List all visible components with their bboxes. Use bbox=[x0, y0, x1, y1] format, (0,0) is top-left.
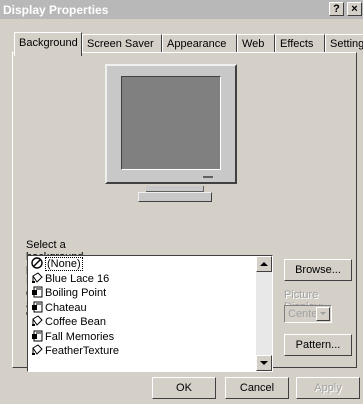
none-icon bbox=[31, 257, 43, 269]
scroll-down-button[interactable] bbox=[256, 355, 272, 371]
monitor-preview bbox=[105, 64, 237, 184]
wallpaper-item-boiling-point[interactable]: Boiling Point bbox=[29, 286, 255, 301]
pattern-button[interactable]: Pattern... bbox=[284, 334, 352, 356]
apply-button[interactable]: Apply bbox=[296, 377, 360, 399]
wallpaper-list[interactable]: (None) Blue Lace 16 Boiling Point Chatea… bbox=[27, 255, 273, 372]
tab-screen-saver[interactable]: Screen Saver bbox=[82, 34, 162, 54]
tab-strip: Background Screen Saver Appearance Web E… bbox=[14, 32, 363, 56]
cancel-button[interactable]: Cancel bbox=[225, 377, 289, 399]
close-button[interactable]: × bbox=[347, 2, 362, 16]
tab-settings[interactable]: Settings bbox=[325, 34, 363, 54]
html-document-icon bbox=[31, 286, 43, 298]
tab-effects[interactable]: Effects bbox=[275, 34, 325, 54]
scroll-up-button[interactable] bbox=[256, 256, 272, 272]
wallpaper-item-blue-lace-16[interactable]: Blue Lace 16 bbox=[29, 271, 255, 287]
wallpaper-item-label: FeatherTexture bbox=[45, 345, 119, 357]
help-button[interactable]: ? bbox=[329, 2, 344, 16]
paint-bucket-icon bbox=[31, 271, 43, 284]
monitor-power-indicator bbox=[203, 176, 213, 178]
arrow-up-icon bbox=[260, 262, 268, 266]
html-document-icon bbox=[31, 301, 43, 313]
window-title: Display Properties bbox=[3, 3, 109, 17]
wallpaper-item-feathertexture[interactable]: FeatherTexture bbox=[29, 344, 255, 359]
wallpaper-item-label: (None) bbox=[45, 257, 83, 271]
paint-bucket-icon bbox=[31, 315, 43, 327]
tab-appearance[interactable]: Appearance bbox=[162, 34, 237, 54]
title-bar[interactable]: Display Properties ? × bbox=[0, 0, 363, 19]
wallpaper-item-label: Fall Memories bbox=[45, 330, 115, 343]
wallpaper-list-scrollbar[interactable] bbox=[256, 256, 272, 371]
paint-bucket-icon bbox=[31, 344, 43, 356]
chevron-down-icon[interactable] bbox=[316, 307, 330, 321]
arrow-down-icon bbox=[260, 361, 268, 365]
wallpaper-item-label: Boiling Point bbox=[45, 287, 107, 299]
wallpaper-item-chateau[interactable]: Chateau bbox=[29, 301, 255, 316]
ok-button[interactable]: OK bbox=[152, 377, 216, 399]
picture-display-select[interactable]: Center bbox=[284, 305, 332, 323]
display-properties-window: Display Properties ? × Background Screen… bbox=[0, 0, 363, 404]
monitor-base bbox=[138, 192, 212, 202]
browse-button[interactable]: Browse... bbox=[284, 259, 352, 281]
tab-background[interactable]: Background bbox=[14, 32, 82, 56]
wallpaper-item-label: Chateau bbox=[45, 301, 87, 314]
html-document-icon bbox=[31, 330, 43, 342]
wallpaper-item-label: Blue Lace 16 bbox=[45, 272, 110, 285]
wallpaper-preview-screen bbox=[121, 76, 221, 170]
wallpaper-item-none[interactable]: (None) bbox=[29, 257, 255, 272]
wallpaper-item-coffee-bean[interactable]: Coffee Bean bbox=[29, 315, 255, 330]
tab-web[interactable]: Web bbox=[237, 34, 275, 54]
wallpaper-item-fall-memories[interactable]: Fall Memories bbox=[29, 330, 255, 345]
wallpaper-item-label: Coffee Bean bbox=[45, 316, 106, 328]
